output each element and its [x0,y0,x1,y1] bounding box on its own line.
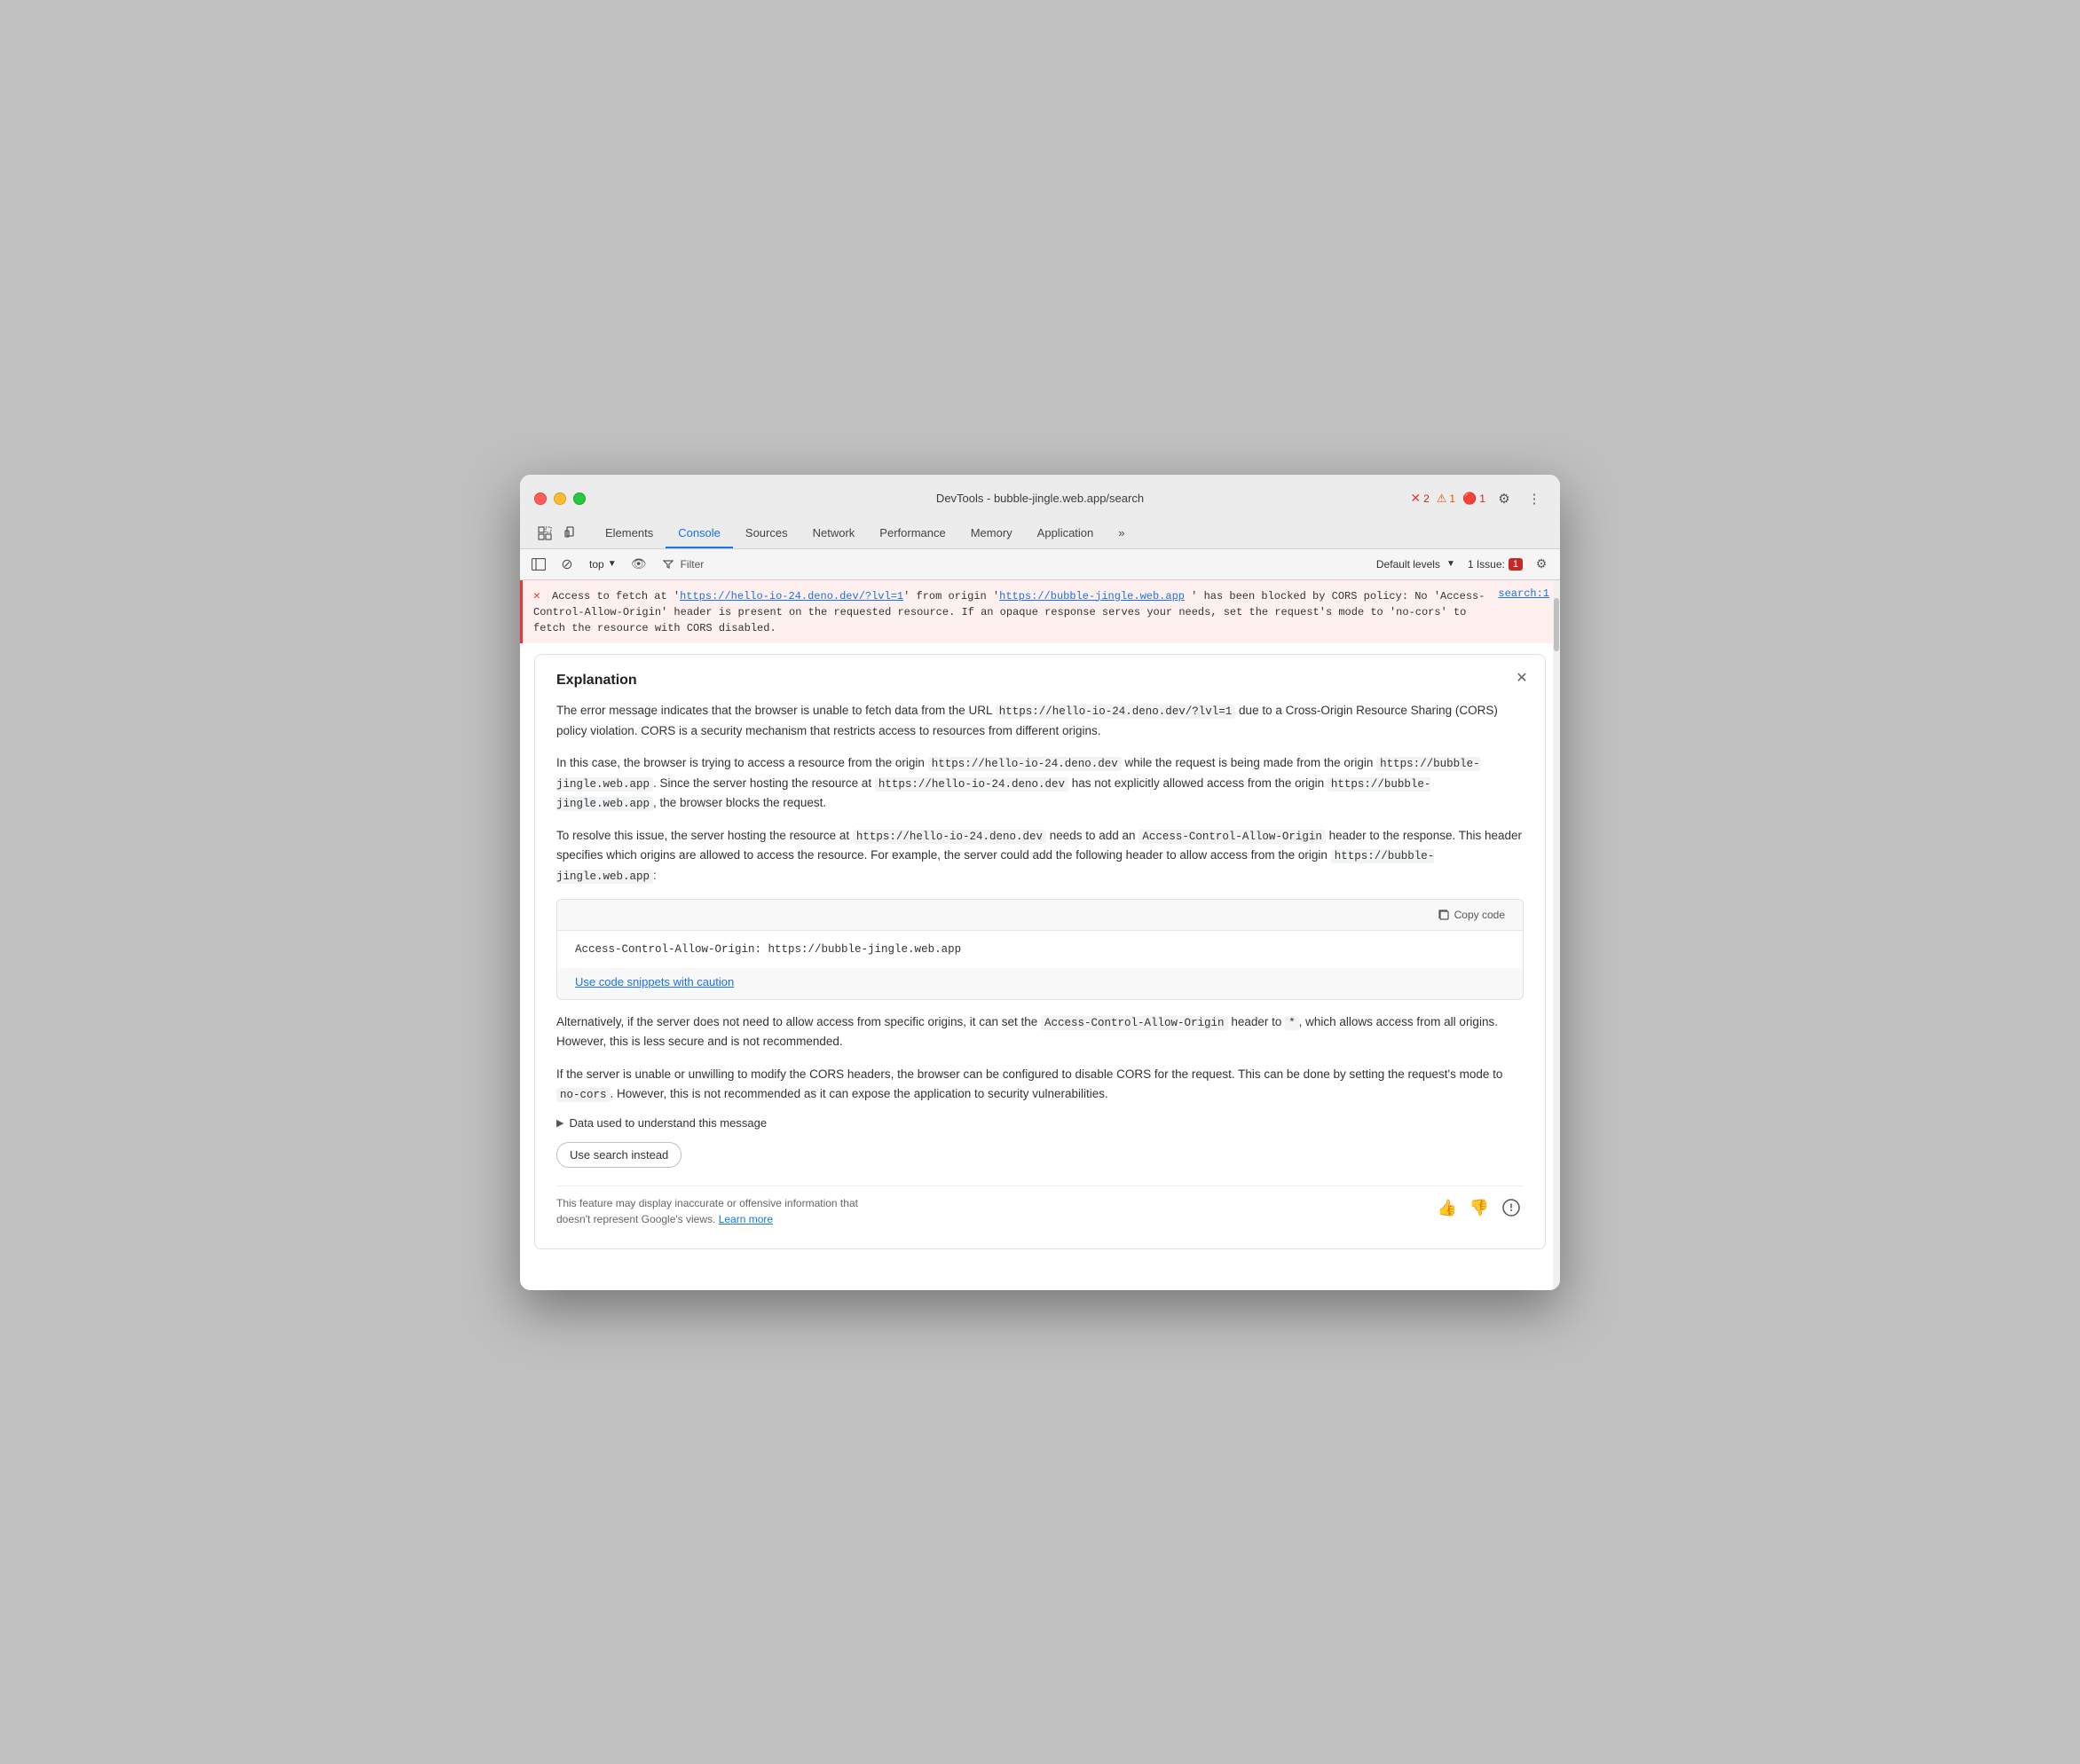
error-badge[interactable]: ✕ 2 [1410,491,1429,506]
fetch-url-link[interactable]: https://hello-io-24.deno.dev/?lvl=1 [680,590,903,602]
code-block-container: Copy code Access-Control-Allow-Origin: h… [556,899,1524,1000]
more-feedback-icon[interactable] [1499,1195,1524,1220]
scrollbar-track[interactable] [1553,580,1560,1290]
device-toggle-icon[interactable] [561,523,582,544]
error-circle-icon: ✕ [1410,491,1421,506]
titlebar: DevTools - bubble-jingle.web.app/search … [520,475,1560,549]
triangle-right-icon: ▶ [556,1117,563,1129]
filter-area[interactable]: Filter [656,556,712,572]
thumbs-up-icon[interactable]: 👍 [1435,1195,1460,1220]
close-button[interactable] [534,492,547,505]
traffic-lights [534,492,586,505]
console-settings-icon[interactable]: ⚙ [1530,553,1553,576]
code-snippet: Access-Control-Allow-Origin: https://bub… [557,931,1523,968]
context-selector[interactable]: top ▼ [584,556,622,572]
header-badges: ✕ 2 ⚠ 1 🔴 1 ⚙ ⋮ [1410,487,1546,510]
explanation-paragraph-3: To resolve this issue, the server hostin… [556,826,1524,886]
devtools-mode-icons [534,523,582,544]
close-explanation-button[interactable]: ✕ [1511,667,1532,689]
thumbs-down-icon[interactable]: 👎 [1467,1195,1492,1220]
explanation-title: Explanation [556,673,1524,689]
origin-url-link[interactable]: https://bubble-jingle.web.app [999,590,1185,602]
console-toolbar: ⊘ top ▼ 👁 Filter Default levels ▼ 1 Issu… [520,549,1560,580]
chevron-down-icon: ▼ [1446,559,1455,569]
info-badge[interactable]: 🔴 1 [1462,492,1485,506]
explanation-paragraph-4: Alternatively, if the server does not ne… [556,1012,1524,1052]
tab-console[interactable]: Console [666,519,733,548]
explanation-paragraph-2: In this case, the browser is trying to a… [556,753,1524,814]
tab-network[interactable]: Network [800,519,868,548]
warn-triangle-icon: ⚠ [1437,492,1447,506]
eye-icon[interactable]: 👁 [627,553,650,576]
tab-application[interactable]: Application [1025,519,1107,548]
explanation-paragraph-5: If the server is unable or unwilling to … [556,1065,1524,1105]
tab-sources[interactable]: Sources [733,519,800,548]
disclaimer-text: This feature may display inaccurate or o… [556,1195,876,1227]
minimize-button[interactable] [554,492,566,505]
issues-badge[interactable]: 1 Issue: 1 [1468,558,1523,571]
console-content: ✕ Access to fetch at 'https://hello-io-2… [520,580,1560,1290]
error-circle-icon: ✕ [533,589,540,602]
use-search-instead-button[interactable]: Use search instead [556,1142,682,1168]
devtools-window: DevTools - bubble-jingle.web.app/search … [520,475,1560,1290]
scrollbar-thumb[interactable] [1554,598,1559,651]
chevron-down-icon: ▼ [608,559,617,569]
explanation-paragraph-1: The error message indicates that the bro… [556,701,1524,741]
clear-console-icon[interactable]: ⊘ [555,553,579,576]
footer-disclaimer: This feature may display inaccurate or o… [556,1185,1524,1231]
tab-memory[interactable]: Memory [958,519,1025,548]
inspect-icon[interactable] [534,523,555,544]
error-row: ✕ Access to fetch at 'https://hello-io-2… [520,580,1560,644]
tab-elements[interactable]: Elements [593,519,666,548]
copy-code-button[interactable]: Copy code [1430,905,1512,925]
tab-performance[interactable]: Performance [867,519,957,548]
settings-icon[interactable]: ⚙ [1493,487,1516,510]
tab-more[interactable]: » [1106,519,1137,548]
use-code-snippets-caution-link[interactable]: Use code snippets with caution [557,968,1523,999]
warn-badge[interactable]: ⚠ 1 [1437,492,1455,506]
learn-more-link[interactable]: Learn more [719,1213,773,1225]
data-used-toggle[interactable]: ▶ Data used to understand this message [556,1116,1524,1130]
log-levels-selector[interactable]: Default levels ▼ [1371,556,1461,572]
maximize-button[interactable] [573,492,586,505]
more-options-icon[interactable]: ⋮ [1523,487,1546,510]
explanation-panel: Explanation ✕ The error message indicate… [534,654,1546,1249]
info-icon: 🔴 [1462,492,1477,506]
error-source-link[interactable]: search:1 [1498,587,1549,600]
nav-tabs: Elements Console Sources Network Perform… [534,519,1546,548]
code-block-toolbar: Copy code [557,900,1523,931]
sidebar-toggle-icon[interactable] [527,553,550,576]
issues-count: 1 [1509,558,1523,571]
error-text: ✕ Access to fetch at 'https://hello-io-2… [533,587,1498,637]
window-title: DevTools - bubble-jingle.web.app/search [936,492,1144,505]
toolbar-right: Default levels ▼ 1 Issue: 1 ⚙ [1371,553,1553,576]
feedback-icons: 👍 👎 [1435,1195,1524,1220]
